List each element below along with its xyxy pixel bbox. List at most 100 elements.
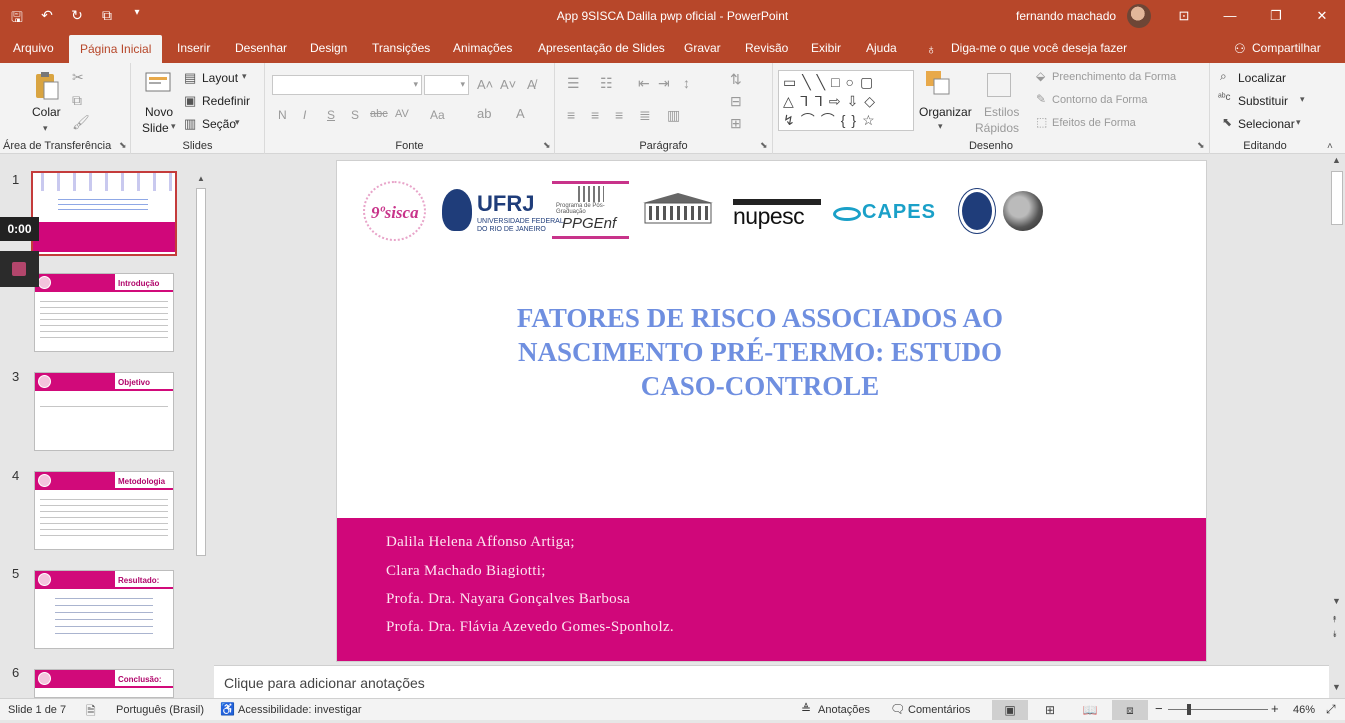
tab-transicoes[interactable]: Transições (372, 41, 430, 55)
change-case-button[interactable]: Aa (430, 108, 445, 122)
font-name-input[interactable]: ▾ (272, 75, 422, 95)
cut-icon[interactable]: ✂ (72, 69, 84, 86)
scroll-up-icon[interactable]: ▲ (197, 174, 205, 183)
numbering-icon[interactable]: ☷ (600, 75, 613, 92)
scroll-down-icon[interactable]: ▼ (1332, 596, 1341, 606)
reset-button[interactable]: Redefinir (202, 94, 250, 108)
fit-to-window-icon[interactable]: ⤢ (1326, 702, 1336, 717)
shapes-gallery[interactable]: ▭╲╲□○▢ △ᒣᒣ⇨⇩◇ ↯⌒⌒{}☆ (778, 70, 914, 131)
tab-revisao[interactable]: Revisão (745, 41, 788, 55)
tab-design[interactable]: Design (310, 41, 347, 55)
decrease-indent-icon[interactable]: ⇤ (638, 75, 650, 92)
slide-scrollbar[interactable]: ▲ ▼ ⯭ ⯯ ▼ (1329, 155, 1345, 698)
zoom-slider-thumb[interactable] (1187, 704, 1191, 715)
quick-styles-button-line2[interactable]: Rápidos (975, 121, 1019, 135)
dialog-launcher-icon[interactable]: ⬊ (543, 140, 551, 151)
zoom-in-icon[interactable]: + (1271, 701, 1279, 716)
align-right-icon[interactable]: ≡ (615, 107, 623, 123)
copy-icon[interactable]: ⧉ (72, 92, 82, 109)
slide-thumbnail-3[interactable]: Objetivo (34, 372, 174, 451)
tell-me-search[interactable]: Diga-me o que você deseja fazer (951, 41, 1127, 55)
tab-pagina-inicial[interactable]: Página Inicial (69, 35, 163, 63)
new-slide-button-line2[interactable]: Slide (142, 121, 169, 135)
tab-desenhar[interactable]: Desenhar (235, 41, 287, 55)
notes-button[interactable]: Anotações (818, 704, 870, 716)
quick-styles-button[interactable]: Estilos (984, 105, 1019, 119)
chevron-down-icon[interactable]: ▾ (1300, 94, 1305, 105)
shadow-button[interactable]: S (351, 108, 359, 122)
justify-icon[interactable]: ≣ (639, 107, 651, 124)
dialog-launcher-icon[interactable]: ⬊ (1197, 140, 1205, 151)
clear-format-icon[interactable]: A̸ (527, 77, 536, 92)
tab-apresentacao[interactable]: Apresentação de Slides (538, 41, 665, 55)
thumbnail-scrollbar[interactable]: ▲ (194, 172, 208, 698)
normal-view-icon[interactable]: ▣ (992, 700, 1028, 720)
arrange-icon[interactable] (923, 68, 953, 98)
align-text-icon[interactable]: ⊟ (730, 93, 742, 110)
select-button[interactable]: Selecionar (1238, 117, 1295, 131)
zoom-out-icon[interactable]: − (1155, 701, 1163, 716)
scroll-up-icon[interactable]: ▲ (1332, 155, 1341, 165)
layout-button[interactable]: Layout (202, 71, 238, 85)
stop-recording-button[interactable] (0, 251, 39, 287)
authors-band[interactable]: Dalila Helena Affonso Artiga; Clara Mach… (337, 518, 1206, 661)
close-icon[interactable]: ✕ (1299, 0, 1345, 33)
slide-canvas[interactable]: 9ºsisca UFRJ UNIVERSIDADE FEDERAL DO RIO… (336, 160, 1207, 662)
tab-animacoes[interactable]: Animações (453, 41, 512, 55)
new-slide-icon[interactable] (144, 69, 172, 97)
share-button[interactable]: Compartilhar (1252, 41, 1321, 55)
char-spacing-icon[interactable]: AV (395, 108, 409, 120)
strikethrough-button[interactable]: abc (370, 108, 388, 120)
tab-inserir[interactable]: Inserir (177, 41, 210, 55)
slide-thumbnail-4[interactable]: Metodologia (34, 471, 174, 550)
find-button[interactable]: Localizar (1238, 71, 1286, 85)
italic-button[interactable]: I (303, 108, 306, 122)
shape-fill-button[interactable]: Preenchimento da Forma (1052, 71, 1176, 83)
minimize-icon[interactable]: — (1207, 0, 1253, 33)
arrange-button[interactable]: Organizar (919, 105, 972, 119)
chevron-down-icon[interactable]: ▾ (235, 117, 240, 128)
accessibility-status[interactable]: Acessibilidade: investigar (238, 704, 362, 716)
zoom-slider[interactable] (1168, 704, 1268, 715)
line-spacing-icon[interactable]: ↕ (683, 75, 690, 91)
next-slide-icon[interactable]: ⯯ (1332, 629, 1337, 640)
chevron-down-icon[interactable]: ▾ (171, 121, 176, 132)
scrollbar-thumb[interactable] (196, 188, 206, 556)
shape-outline-button[interactable]: Contorno da Forma (1052, 94, 1147, 106)
slide-thumbnail-6[interactable]: Conclusão: (34, 669, 174, 698)
avatar[interactable] (1127, 4, 1151, 28)
highlight-icon[interactable]: ab (477, 106, 491, 121)
slide-thumbnail-2[interactable]: Introdução (34, 273, 174, 352)
font-size-input[interactable]: ▾ (424, 75, 469, 95)
tab-gravar[interactable]: Gravar (684, 41, 721, 55)
bullets-icon[interactable]: ☰ (567, 75, 580, 92)
new-slide-button[interactable]: Novo (145, 105, 173, 119)
replace-button[interactable]: Substituir (1238, 94, 1288, 108)
quick-styles-icon[interactable] (987, 73, 1011, 97)
user-name[interactable]: fernando machado (1016, 9, 1116, 23)
scrollbar-thumb[interactable] (1331, 171, 1343, 225)
collapse-ribbon-icon[interactable]: ˄ (1327, 141, 1333, 152)
dialog-launcher-icon[interactable]: ⬊ (119, 140, 127, 151)
reading-view-icon[interactable]: 📖 (1072, 700, 1108, 720)
tab-arquivo[interactable]: Arquivo (13, 41, 54, 55)
paste-icon[interactable] (33, 71, 59, 101)
shape-effects-button[interactable]: Efeitos de Forma (1052, 117, 1136, 129)
scroll-down-icon[interactable]: ▼ (1332, 682, 1341, 692)
increase-font-icon[interactable]: A˄ (477, 77, 493, 92)
tab-exibir[interactable]: Exibir (811, 41, 841, 55)
slide-thumbnail-1[interactable] (31, 171, 177, 256)
underline-button[interactable]: S (327, 108, 335, 122)
chevron-down-icon[interactable]: ▾ (938, 121, 943, 132)
language-indicator[interactable]: Português (Brasil) (116, 704, 204, 716)
chevron-down-icon[interactable]: ▾ (242, 71, 247, 82)
paste-dropdown-icon[interactable]: ▾ (43, 123, 48, 134)
section-button[interactable]: Seção (202, 117, 236, 131)
smartart-icon[interactable]: ⊞ (730, 115, 742, 132)
tab-ajuda[interactable]: Ajuda (866, 41, 897, 55)
slideshow-icon[interactable]: ⧈ (1112, 700, 1148, 720)
align-center-icon[interactable]: ≡ (591, 107, 599, 123)
font-color-icon[interactable]: A (516, 106, 525, 121)
notes-pane[interactable]: Clique para adicionar anotações (214, 665, 1329, 698)
zoom-level[interactable]: 46% (1293, 704, 1315, 716)
